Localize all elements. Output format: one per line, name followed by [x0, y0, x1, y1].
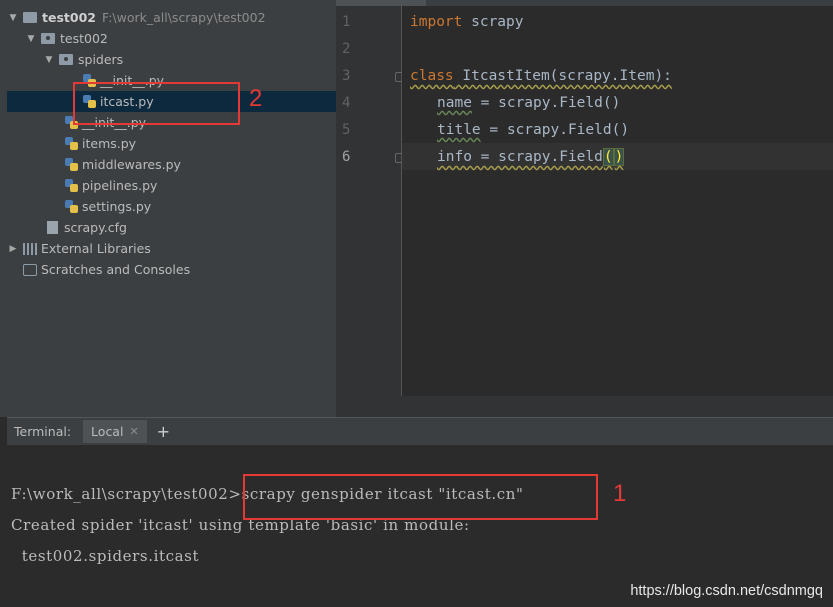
- code-line-5: title = scrapy.Field(): [437, 122, 629, 138]
- tree-scratches[interactable]: Scratches and Consoles: [7, 259, 336, 280]
- tree-scrapy-cfg-label: scrapy.cfg: [64, 220, 127, 235]
- scratches-icon: [23, 263, 37, 276]
- tree-scratches-label: Scratches and Consoles: [41, 262, 191, 277]
- tree-pkg[interactable]: ▼ test002: [7, 28, 336, 49]
- tree-pipelines-label: pipelines.py: [82, 178, 158, 193]
- code-text: = scrapy.Field: [471, 149, 603, 165]
- field-name: name: [437, 95, 472, 111]
- code-text: = scrapy.Field(): [471, 95, 621, 111]
- bracket-open: (: [602, 148, 614, 166]
- close-icon[interactable]: ✕: [129, 425, 138, 438]
- code-editor[interactable]: import scrapy class ItcastItem(scrapy.It…: [402, 6, 833, 396]
- expand-down-icon[interactable]: ▼: [7, 13, 19, 23]
- code-text: ItcastItem(scrapy.Item):: [453, 68, 672, 84]
- tree-external-libraries-label: External Libraries: [41, 241, 151, 256]
- code-text: scrapy: [462, 14, 524, 30]
- keyword: class: [410, 68, 454, 84]
- folder-icon: [23, 12, 37, 23]
- tree-spiders[interactable]: ▼ spiders: [7, 49, 336, 70]
- project-panel: ▼ test002 F:\work_all\scrapy\test002 ▼ t…: [7, 0, 336, 417]
- keyword: import: [410, 14, 463, 30]
- tree-root-path: F:\work_all\scrapy\test002: [101, 10, 266, 25]
- terminal-label: Terminal:: [14, 424, 72, 439]
- tree-root[interactable]: ▼ test002 F:\work_all\scrapy\test002: [7, 7, 336, 28]
- code-text: = scrapy.Field(): [480, 122, 630, 138]
- field-name: info: [437, 149, 472, 165]
- tree-settings[interactable]: settings.py: [7, 196, 336, 217]
- terminal-header: Terminal: Local ✕ +: [7, 417, 833, 445]
- code-line-6: info = scrapy.Field(): [437, 148, 625, 166]
- tree-spiders-name: spiders: [78, 52, 124, 67]
- terminal-output-line: test002.spiders.itcast: [11, 547, 200, 565]
- package-folder-icon: [41, 33, 55, 44]
- tree-settings-label: settings.py: [82, 199, 152, 214]
- code-line-1: import scrapy: [410, 14, 524, 30]
- watermark: https://blog.csdn.net/csdnmgq: [630, 583, 823, 599]
- line-number: 3: [342, 68, 351, 84]
- line-number: 5: [342, 122, 351, 138]
- terminal-tab-local[interactable]: Local ✕: [83, 420, 147, 443]
- tree-items[interactable]: items.py: [7, 133, 336, 154]
- line-number: 2: [342, 41, 351, 57]
- python-file-icon: [65, 136, 78, 151]
- python-file-icon: [65, 178, 78, 193]
- bracket-close: ): [613, 148, 625, 166]
- terminal-tab-label: Local: [91, 424, 124, 439]
- editor-bottom-band: [336, 396, 833, 417]
- annotation-box-2: [73, 82, 240, 125]
- line-number: 6: [342, 149, 351, 165]
- annotation-number-2: 2: [249, 85, 263, 112]
- tree-external-libraries[interactable]: ▶ External Libraries: [7, 238, 336, 259]
- tree-pipelines[interactable]: pipelines.py: [7, 175, 336, 196]
- expand-down-icon[interactable]: ▼: [25, 34, 37, 44]
- tree-root-name: test002: [42, 10, 96, 25]
- annotation-number-1: 1: [613, 480, 627, 507]
- tree-scrapy-cfg[interactable]: scrapy.cfg: [7, 217, 336, 238]
- tree-items-label: items.py: [82, 136, 137, 151]
- tree-middlewares-label: middlewares.py: [82, 157, 181, 172]
- code-line-3: class ItcastItem(scrapy.Item):: [410, 68, 672, 84]
- line-number: 4: [342, 95, 351, 111]
- tree-middlewares[interactable]: middlewares.py: [7, 154, 336, 175]
- add-icon[interactable]: +: [157, 422, 170, 441]
- expand-right-icon[interactable]: ▶: [7, 244, 19, 254]
- line-number: 1: [342, 14, 351, 30]
- python-file-icon: [65, 157, 78, 172]
- terminal-prompt: F:\work_all\scrapy\test002>: [11, 485, 242, 503]
- code-line-4: name = scrapy.Field(): [437, 95, 620, 111]
- tree-pkg-name: test002: [60, 31, 108, 46]
- python-file-icon: [65, 199, 78, 214]
- expand-down-icon[interactable]: ▼: [43, 55, 55, 65]
- line-number-gutter: 1 2 3 4 5 6: [336, 6, 405, 396]
- config-file-icon: [47, 221, 58, 234]
- package-folder-icon: [59, 54, 73, 65]
- annotation-box-1: [243, 474, 598, 520]
- library-icon: [23, 242, 37, 255]
- field-name: title: [437, 122, 481, 138]
